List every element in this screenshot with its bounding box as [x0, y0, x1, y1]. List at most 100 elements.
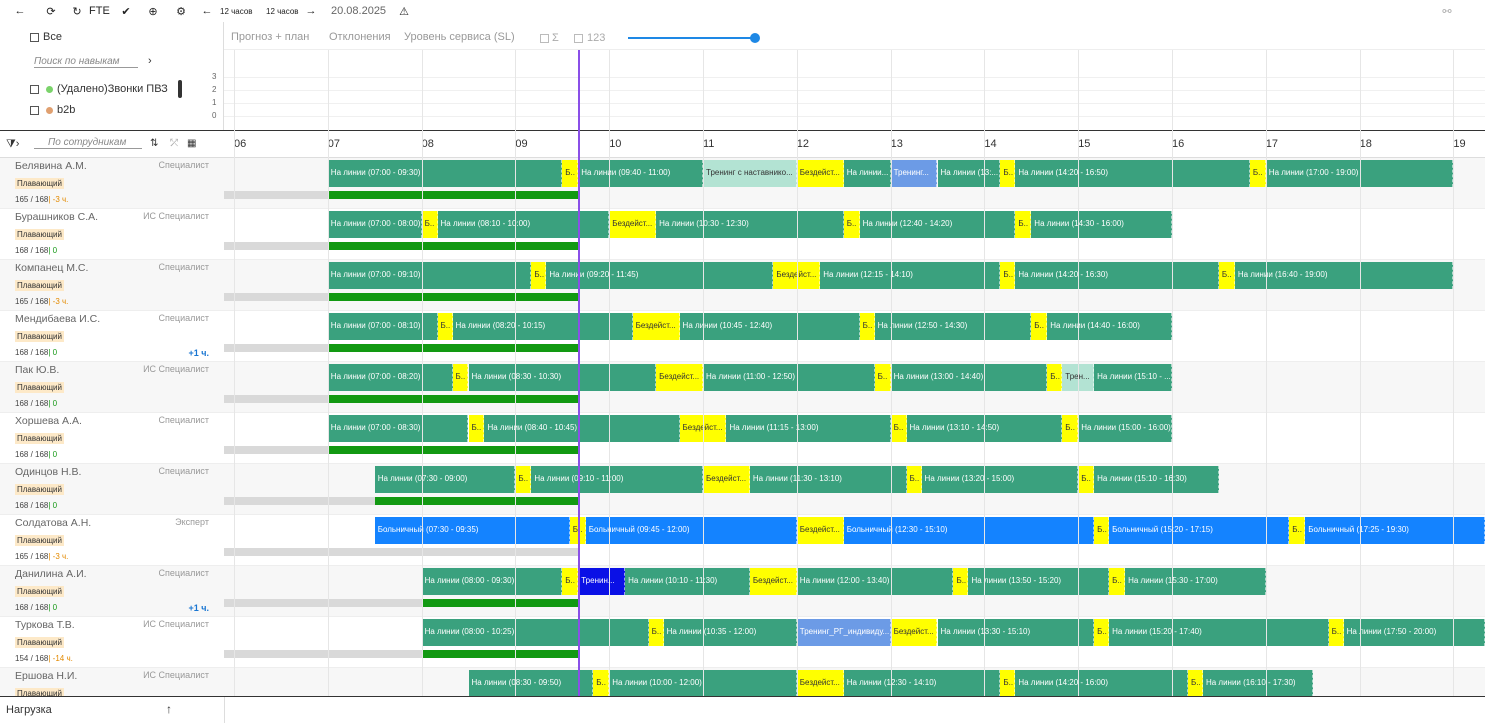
idle-segment[interactable]: Б..	[1249, 160, 1266, 187]
idle-segment[interactable]: Бездейст...	[656, 364, 703, 391]
idle-segment[interactable]: Б..	[953, 568, 969, 595]
employee-row[interactable]: Данилина А.И. Специалист Плавающий 168 / 16…	[0, 566, 1485, 617]
back-arrow-icon[interactable]: ←	[12, 0, 28, 22]
next-period-label[interactable]: 12 часов	[266, 0, 299, 22]
scrollbar[interactable]	[178, 80, 182, 98]
idle-segment[interactable]: Бездейст...	[796, 517, 844, 544]
fte-button[interactable]: FTE	[89, 0, 110, 22]
training-segment[interactable]: Тренин...	[578, 568, 626, 595]
shift-segment[interactable]: На линии (09:40 - 11:00)	[578, 160, 703, 187]
idle-segment[interactable]: Б..	[1062, 415, 1079, 442]
idle-segment[interactable]: Б..	[452, 364, 469, 391]
share-icon[interactable]: ⚯	[1440, 0, 1454, 22]
add-icon[interactable]: ⊕	[146, 0, 160, 22]
idle-segment[interactable]: Б..	[437, 313, 453, 340]
idle-segment[interactable]: Б..	[843, 211, 860, 238]
filter-icon[interactable]: ⧩›	[6, 138, 19, 151]
idle-segment[interactable]: Б..	[1031, 313, 1048, 340]
shift-segment[interactable]: На линии (13:30 - 15:10)	[937, 619, 1095, 646]
employee-row[interactable]: Компанец М.С. Специалист Плавающий 165 / 16…	[0, 260, 1485, 311]
shift-segment[interactable]: На линии (07:30 - 09:00)	[374, 466, 516, 493]
shift-segment[interactable]: На линии (07:00 - 08:30)	[327, 415, 469, 442]
shift-segment[interactable]: На линии (14:20 - 16:00)	[1015, 670, 1188, 696]
sick-segment[interactable]: Больничный (07:30 - 09:35)	[374, 517, 570, 544]
shift-segment[interactable]: На линии (15:10 - ...	[1094, 364, 1172, 391]
employee-row[interactable]: Туркова Т.В. ИС Специалист Плавающий 154 / …	[0, 617, 1485, 668]
idle-segment[interactable]: Б..	[1015, 211, 1032, 238]
sick-segment[interactable]: Больничный (17:25 - 19:30)	[1305, 517, 1485, 544]
shift-segment[interactable]: На линии (15:00 - 16:00)	[1078, 415, 1172, 442]
employee-row[interactable]: Одинцов Н.В. Специалист Плавающий 168 / 168…	[0, 464, 1485, 515]
date-label[interactable]: 20.08.2025	[331, 0, 386, 22]
shift-segment[interactable]: На линии (08:00 - 10:25)	[421, 619, 649, 646]
sum-checkbox[interactable]	[540, 34, 549, 43]
shift-segment[interactable]: На линии (08:10 - 10:00)	[437, 211, 610, 238]
shift-segment[interactable]: На линии (11:00 - 12:50)	[703, 364, 875, 391]
idle-segment[interactable]: Б..	[562, 160, 579, 187]
idle-segment[interactable]: Б..	[906, 466, 922, 493]
idle-segment[interactable]: Б..	[531, 262, 547, 289]
idle-segment[interactable]: Б..	[1078, 466, 1095, 493]
zoom-slider-handle[interactable]	[750, 33, 760, 43]
shift-segment[interactable]: На линии (08:20 - 10:15)	[452, 313, 633, 340]
idle-segment[interactable]: Бездейст...	[890, 619, 938, 646]
idle-segment[interactable]: Бездейст...	[609, 211, 657, 238]
shift-segment[interactable]: На линии (08:40 - 10:45)	[484, 415, 680, 442]
idle-segment[interactable]: Б..	[1000, 670, 1016, 696]
idle-segment[interactable]: Б..	[1000, 262, 1016, 289]
idle-segment[interactable]: Б..	[1047, 364, 1063, 391]
next-period-icon[interactable]: →	[304, 0, 318, 22]
idle-segment[interactable]: Б..	[1289, 517, 1306, 544]
shift-segment[interactable]: На линии (14:20 - 16:50)	[1015, 160, 1250, 187]
shift-segment[interactable]: На линии (08:00 - 09:30)	[421, 568, 563, 595]
shift-segment[interactable]: На линии (07:00 - 09:30)	[327, 160, 563, 187]
idle-segment[interactable]: Бездейст...	[632, 313, 680, 340]
training-segment[interactable]: Тренинг...	[890, 160, 938, 187]
idle-segment[interactable]: Б..	[874, 364, 891, 391]
refresh-icon[interactable]: ⟳	[44, 0, 58, 22]
shift-segment[interactable]: На линии (14:30 - 16:00)	[1031, 211, 1172, 238]
training-segment[interactable]: Тренинг с наставнико...	[703, 160, 797, 187]
shift-segment[interactable]: На линии (17:50 - 20:00)	[1343, 619, 1485, 646]
shift-segment[interactable]: На линии...	[843, 160, 891, 187]
shift-segment[interactable]: На линии (10:30 - 12:30)	[656, 211, 844, 238]
shift-segment[interactable]: На линии (07:00 - 08:20)	[327, 364, 453, 391]
tab-forecast[interactable]: Прогноз + план	[231, 31, 309, 43]
idle-segment[interactable]: Б..	[421, 211, 438, 238]
shift-segment[interactable]: На линии (15:10 - 16:30)	[1094, 466, 1219, 493]
idle-segment[interactable]: Б..	[1328, 619, 1344, 646]
employee-row[interactable]: Хоршева А.А. Специалист Плавающий 168 / 168…	[0, 413, 1485, 464]
sick-segment[interactable]: Больничный (12:30 - 15:10)	[843, 517, 1095, 544]
shift-segment[interactable]: На линии (08:30 - 09:50)	[468, 670, 594, 696]
idle-segment[interactable]: Б..	[562, 568, 579, 595]
shift-segment[interactable]: На линии (09:10 - 11:00)	[531, 466, 703, 493]
idle-segment[interactable]: Бездейст...	[703, 466, 750, 493]
sick-segment[interactable]: Больничный (15:20 - 17:15)	[1109, 517, 1290, 544]
idle-segment[interactable]: Б..	[648, 619, 664, 646]
shift-segment[interactable]: На линии (12:00 - 13:40)	[796, 568, 954, 595]
employee-search-input[interactable]: По сотрудникам	[34, 137, 142, 149]
shift-segment[interactable]: На линии (14:20 - 16:30)	[1015, 262, 1219, 289]
employee-row[interactable]: Пак Ю.В. ИС Специалист Плавающий 168 / 168|…	[0, 362, 1485, 413]
shift-segment[interactable]: На линии (12:15 - 14:10)	[820, 262, 1001, 289]
zoom-slider-track[interactable]	[628, 37, 756, 39]
shift-segment[interactable]: На линии (11:30 - 13:10)	[749, 466, 907, 493]
prev-period-icon[interactable]: ←	[200, 0, 214, 22]
shift-segment[interactable]: На линии (10:45 - 12:40)	[679, 313, 860, 340]
idle-segment[interactable]: Бездейст...	[749, 568, 797, 595]
idle-segment[interactable]: Б..	[1094, 517, 1110, 544]
shift-segment[interactable]: На линии (13:50 - 15:20)	[968, 568, 1110, 595]
shift-segment[interactable]: На линии (12:30 - 14:10)	[843, 670, 1001, 696]
idle-segment[interactable]: Бездейст...	[796, 670, 844, 696]
skill-checkbox[interactable]	[30, 105, 39, 115]
prev-period-label[interactable]: 12 часов	[220, 0, 253, 22]
idle-segment[interactable]: Б..	[890, 415, 907, 442]
sort-icon[interactable]: ⇅	[150, 138, 158, 149]
shift-segment[interactable]: На линии (11:15 - 13:00)	[726, 415, 891, 442]
idle-segment[interactable]: Б..	[1094, 619, 1110, 646]
shift-segment[interactable]: На линии (15:30 - 17:00)	[1125, 568, 1266, 595]
idle-segment[interactable]: Б..	[1187, 670, 1203, 696]
idle-segment[interactable]: Б..	[859, 313, 875, 340]
shift-segment[interactable]: На линии (16:40 - 19:00)	[1234, 262, 1454, 289]
shift-segment[interactable]: На линии (09:20 - 11:45)	[546, 262, 774, 289]
